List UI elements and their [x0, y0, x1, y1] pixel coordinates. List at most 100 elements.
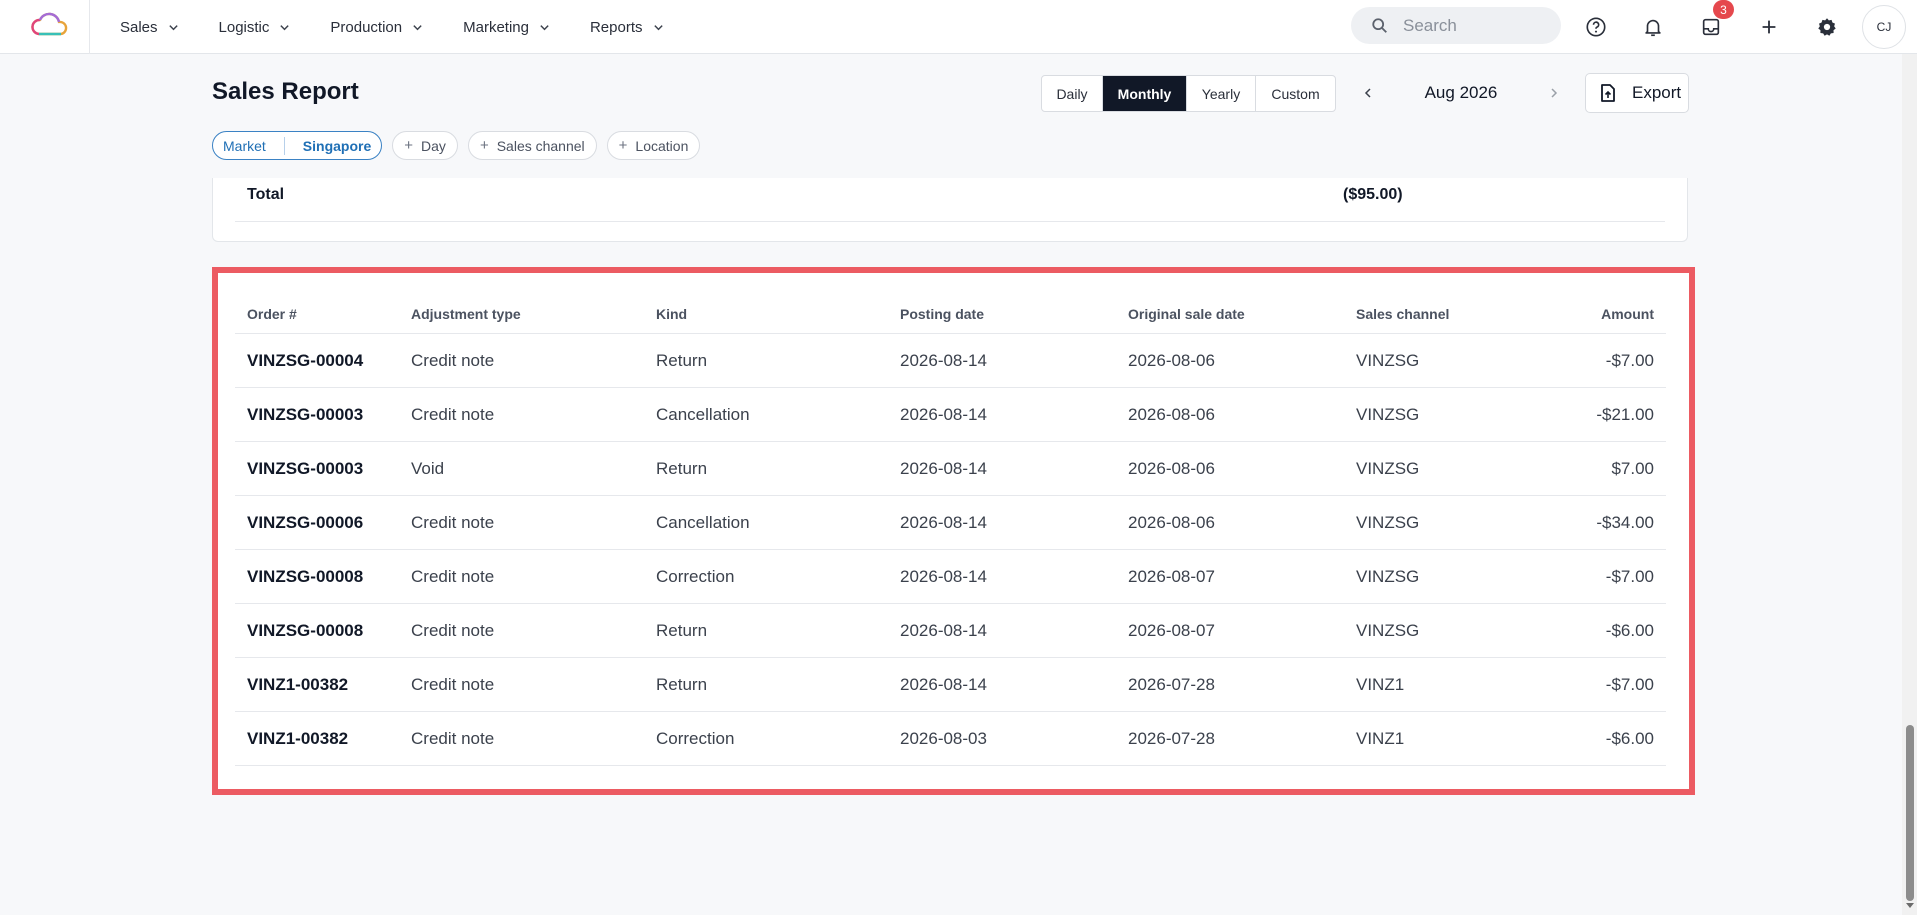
cell-posting-date: 2026-08-03 [900, 728, 987, 748]
gear-icon[interactable] [1812, 12, 1842, 42]
market-filter-chip[interactable]: Market Singapore [212, 131, 383, 160]
cell-sales-channel: VINZ1 [1356, 674, 1405, 694]
chevron-left-icon [1364, 88, 1371, 98]
chevron-right-icon [1551, 88, 1558, 98]
cell-order-number[interactable]: VINZSG-00003 [235, 459, 399, 479]
help-icon[interactable] [1581, 12, 1611, 42]
cell-original-sale-date: 2026-08-07 [1128, 566, 1215, 586]
cell-order-number[interactable]: VINZSG-00006 [235, 513, 399, 533]
column-header-kind[interactable]: Kind [644, 306, 888, 322]
chevron-down-icon [540, 24, 549, 30]
vertical-scrollbar[interactable] [1902, 54, 1917, 915]
table-row[interactable]: VINZSG-00008 Credit note Correction 2026-08… [235, 550, 1666, 604]
column-header-sales-channel[interactable]: Sales channel [1344, 306, 1528, 322]
cell-posting-date: 2026-08-14 [900, 620, 987, 640]
cloud-logo-icon[interactable] [30, 10, 70, 40]
view-yearly-button[interactable]: Yearly [1187, 76, 1256, 111]
market-filter-value: Singapore [302, 137, 372, 154]
cell-order-number[interactable]: VINZSG-00008 [235, 621, 399, 641]
bell-icon[interactable] [1638, 12, 1668, 42]
add-day-filter-chip[interactable]: + Day [392, 131, 458, 160]
cell-posting-date: 2026-08-14 [900, 566, 987, 586]
cell-original-sale-date: 2026-08-06 [1128, 404, 1215, 424]
scrollbar-thumb[interactable] [1906, 725, 1914, 901]
search-input[interactable]: Search [1351, 7, 1561, 44]
export-button[interactable]: Export [1585, 73, 1689, 113]
cell-order-number[interactable]: VINZSG-00003 [235, 405, 399, 425]
avatar[interactable]: CJ [1862, 5, 1906, 49]
cell-original-sale-date: 2026-08-07 [1128, 620, 1215, 640]
column-header-order[interactable]: Order # [235, 306, 399, 322]
column-header-posting-date[interactable]: Posting date [888, 306, 1116, 322]
menu-production-label: Production [330, 18, 403, 36]
menu-reports[interactable]: Reports [570, 0, 684, 54]
plus-icon: + [618, 137, 628, 154]
cell-amount: $7.00 [1611, 458, 1654, 478]
cell-amount: -$7.00 [1605, 350, 1654, 370]
table-row[interactable]: VINZ1-00382 Credit note Correction 2026-08-… [235, 712, 1666, 766]
chevron-down-icon [653, 24, 663, 30]
menu-sales[interactable]: Sales [100, 0, 199, 54]
menu-sales-label: Sales [120, 18, 158, 36]
export-file-icon [1601, 84, 1615, 102]
export-label: Export [1632, 83, 1682, 102]
cell-adjustment-type: Credit note [411, 404, 495, 424]
total-summary-card: Total ($95.00) [212, 178, 1688, 242]
total-label: Total [247, 186, 285, 203]
search-placeholder: Search [1403, 15, 1457, 35]
column-header-original-sale-date[interactable]: Original sale date [1116, 306, 1344, 322]
view-daily-button[interactable]: Daily [1042, 76, 1103, 111]
plus-icon: + [479, 137, 489, 154]
cell-posting-date: 2026-08-14 [900, 512, 987, 532]
column-header-adjustment-type[interactable]: Adjustment type [399, 306, 644, 322]
next-period-button[interactable] [1544, 83, 1564, 103]
inbox-count-badge: 3 [1713, 0, 1734, 19]
adjustments-table-card: Order # Adjustment type Kind Posting dat… [212, 267, 1695, 795]
column-header-amount[interactable]: Amount [1528, 306, 1666, 322]
cell-original-sale-date: 2026-07-28 [1128, 674, 1215, 694]
top-navigation-bar: Sales Logistic Production Marketing Repo… [0, 0, 1917, 54]
menu-marketing[interactable]: Marketing [443, 0, 570, 54]
chevron-down-icon [280, 24, 290, 30]
cell-adjustment-type: Credit note [411, 350, 495, 370]
cell-original-sale-date: 2026-08-06 [1128, 458, 1215, 478]
table-row[interactable]: VINZSG-00003 Credit note Cancellation 2026-… [235, 388, 1666, 442]
add-sales-channel-filter-chip[interactable]: + Sales channel [467, 131, 597, 160]
table-row[interactable]: VINZSG-00006 Credit note Cancellation 2026-… [235, 496, 1666, 550]
chevron-down-icon [168, 24, 178, 30]
cell-order-number[interactable]: VINZ1-00382 [235, 675, 399, 695]
plus-icon[interactable] [1754, 12, 1784, 42]
cell-sales-channel: VINZSG [1356, 512, 1420, 532]
menu-production[interactable]: Production [310, 0, 443, 54]
cell-adjustment-type: Credit note [411, 620, 495, 640]
cell-order-number[interactable]: VINZ1-00382 [235, 729, 399, 749]
cell-kind: Return [656, 620, 708, 640]
cell-order-number[interactable]: VINZSG-00008 [235, 567, 399, 587]
table-row[interactable]: VINZSG-00008 Credit note Return 2026-08-14 2… [235, 604, 1666, 658]
market-filter-label: Market [223, 137, 266, 154]
cell-amount: -$7.00 [1605, 674, 1654, 694]
scroll-down-arrow-icon[interactable] [1905, 900, 1915, 910]
cell-posting-date: 2026-08-14 [900, 350, 987, 370]
add-sales-channel-filter-label: Sales channel [496, 137, 585, 154]
adjustments-table: Order # Adjustment type Kind Posting dat… [235, 295, 1666, 766]
chip-divider [283, 136, 285, 155]
cell-sales-channel: VINZSG [1356, 404, 1420, 424]
view-monthly-button[interactable]: Monthly [1103, 76, 1187, 111]
previous-period-button[interactable] [1358, 83, 1378, 103]
add-location-filter-label: Location [635, 137, 689, 154]
table-row[interactable]: VINZSG-00004 Credit note Return 2026-08-14 2… [235, 334, 1666, 388]
table-row[interactable]: VINZ1-00382 Credit note Return 2026-08-14 20… [235, 658, 1666, 712]
view-custom-button[interactable]: Custom [1256, 76, 1335, 111]
cell-amount: -$34.00 [1596, 512, 1654, 532]
cell-kind: Return [656, 458, 708, 478]
page-title: Sales Report [212, 78, 359, 105]
cell-amount: -$6.00 [1605, 728, 1654, 748]
cell-adjustment-type: Void [411, 458, 445, 478]
table-row[interactable]: VINZSG-00003 Void Return 2026-08-14 2026-08-… [235, 442, 1666, 496]
menu-marketing-label: Marketing [463, 18, 529, 36]
search-icon [1372, 17, 1387, 33]
menu-logistic[interactable]: Logistic [199, 0, 311, 54]
cell-order-number[interactable]: VINZSG-00004 [235, 351, 399, 371]
add-location-filter-chip[interactable]: + Location [606, 131, 701, 160]
